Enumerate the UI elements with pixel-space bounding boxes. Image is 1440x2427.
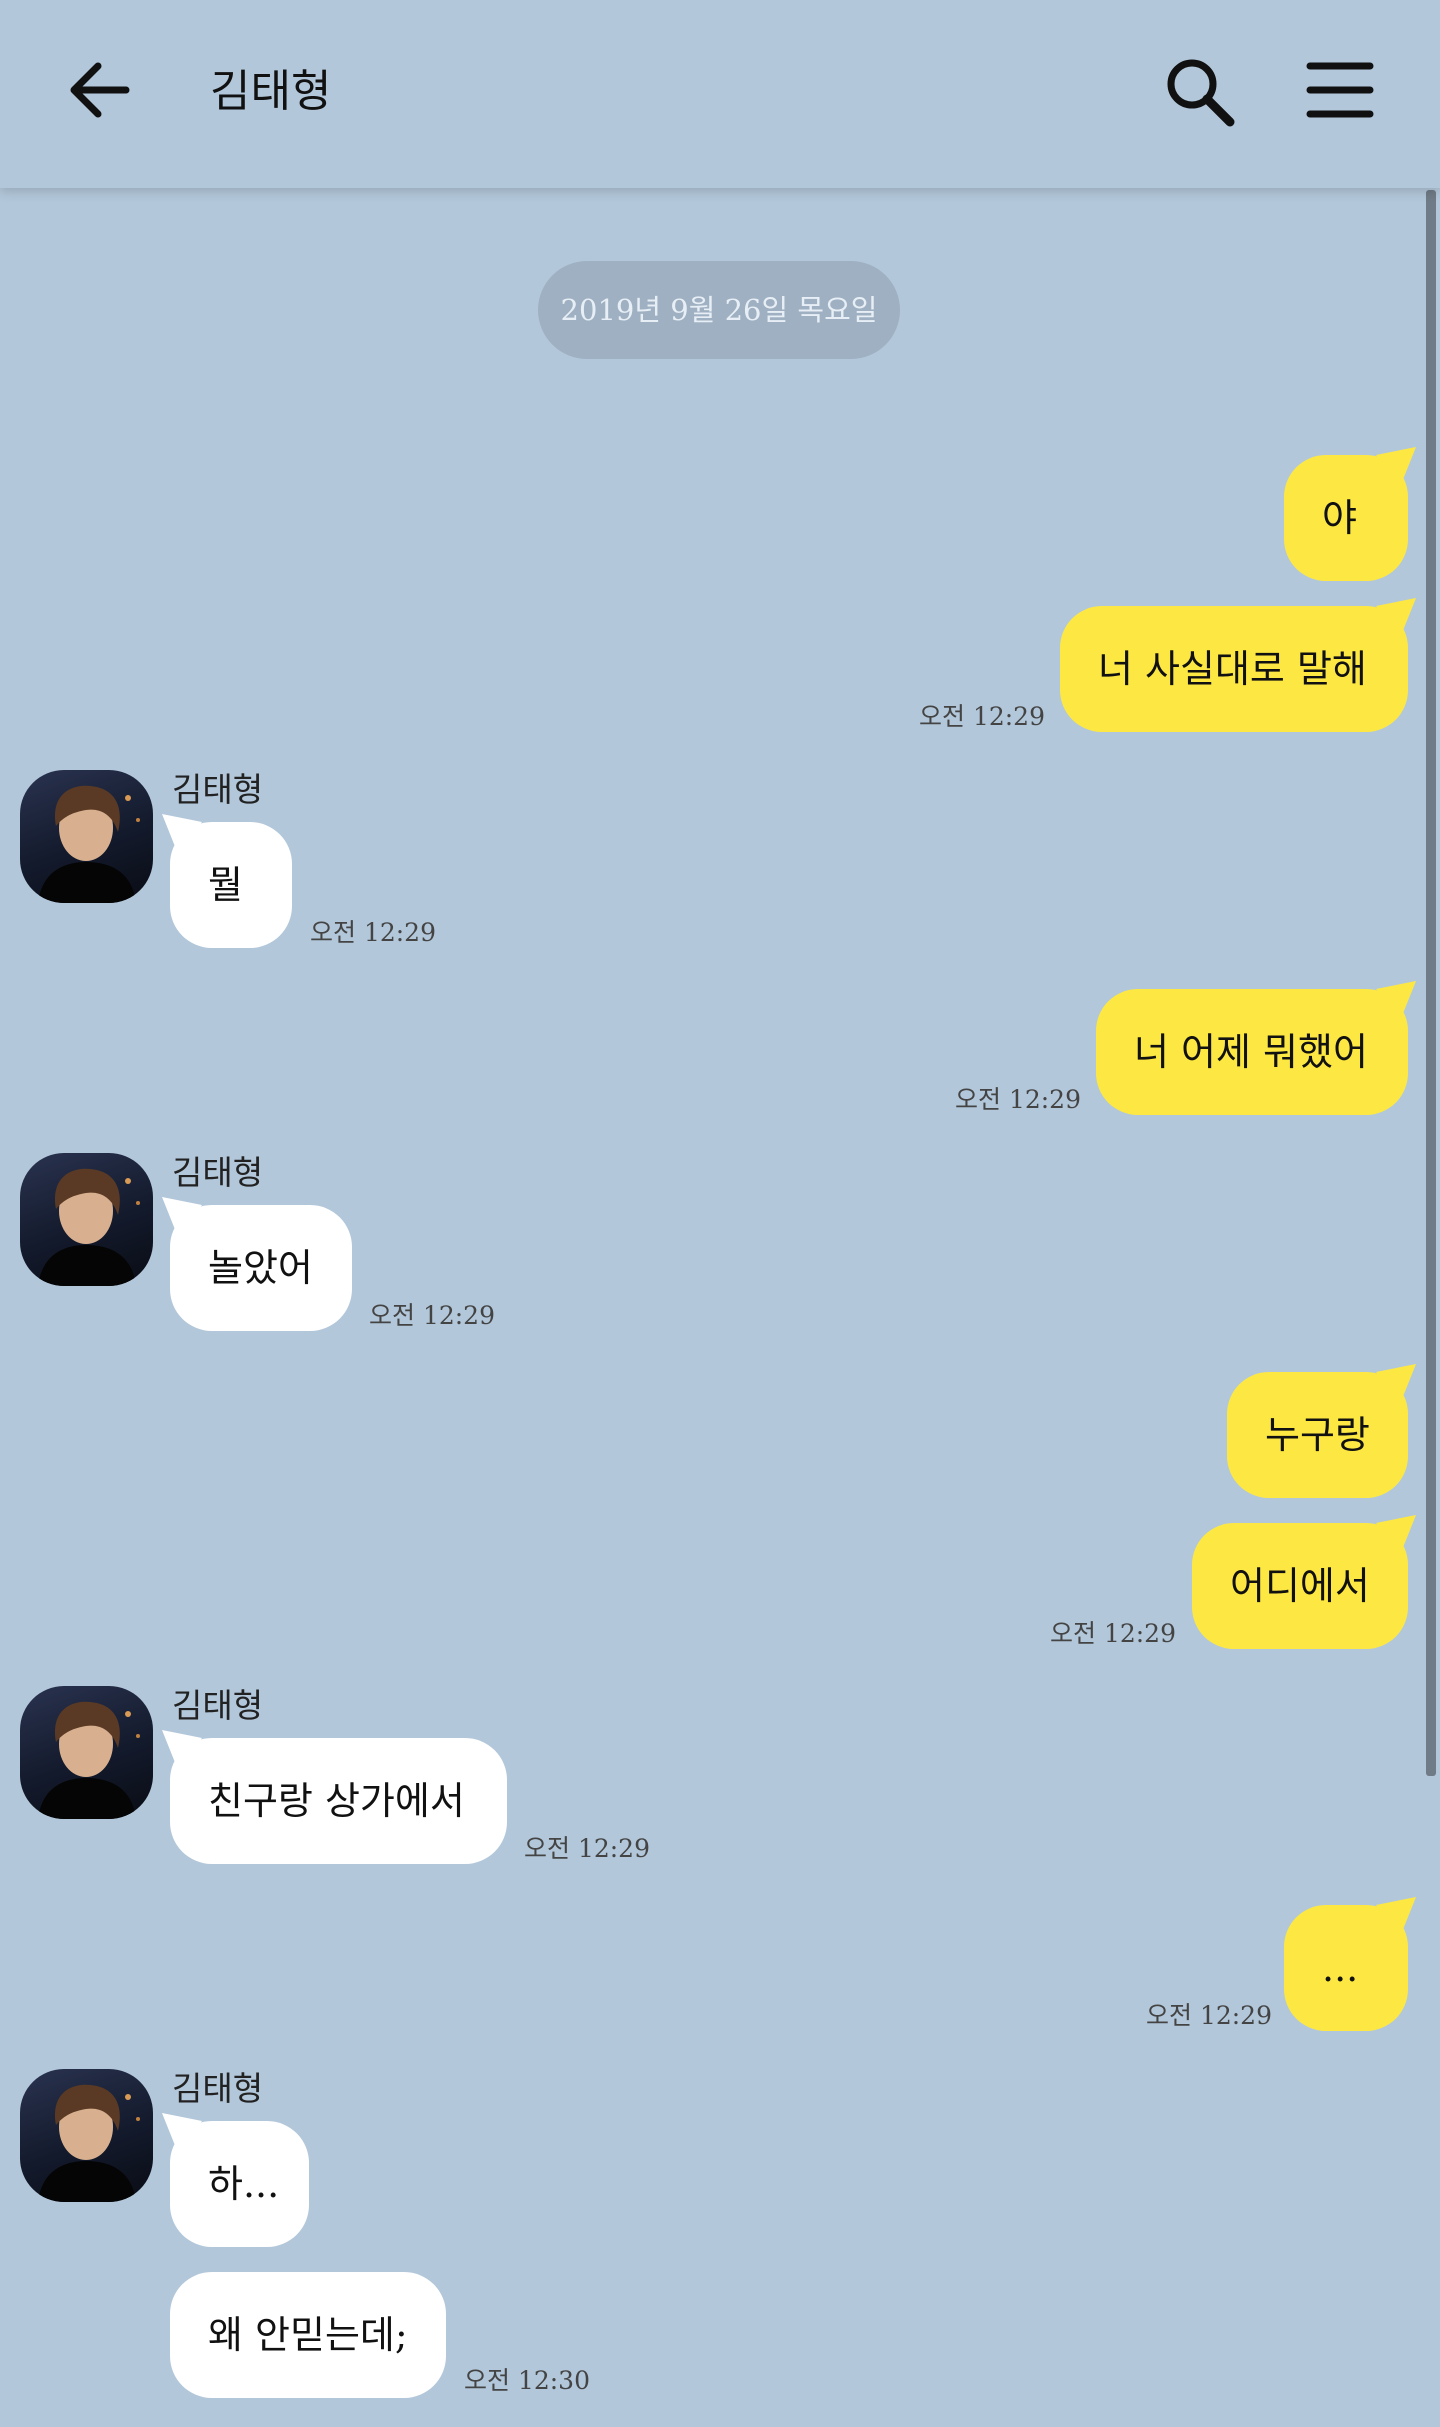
bubble-tail — [1376, 1897, 1416, 1937]
message-time: 오전 12:29 — [369, 1301, 495, 1330]
bubble-tail — [162, 1197, 202, 1237]
their-message-bubble[interactable]: 친구랑 상가에서 — [162, 1730, 507, 1864]
message-text: 놀았어 — [208, 1246, 313, 1290]
message-time: 오전 12:29 — [524, 1834, 650, 1863]
bubble-tail — [162, 814, 202, 854]
message-text: 너 사실대로 말해 — [1098, 647, 1367, 691]
message-text: 하... — [208, 2162, 280, 2206]
their-message-bubble[interactable]: 뭘 — [162, 814, 292, 948]
my-message-bubble[interactable]: 너 사실대로 말해 — [1060, 598, 1416, 732]
my-message-bubble[interactable]: ... — [1284, 1897, 1416, 2031]
avatar[interactable] — [20, 2069, 153, 2202]
sender-name: 김태형 — [172, 770, 264, 809]
profile-photo — [38, 785, 140, 903]
message-text: 왜 안믿는데; — [208, 2313, 408, 2357]
message-text: 누구랑 — [1265, 1413, 1370, 1457]
profile-photo — [38, 1168, 140, 1286]
message-time: 오전 12:29 — [1146, 2001, 1272, 2030]
sender-name: 김태형 — [172, 1153, 264, 1192]
bubble-tail — [1376, 1515, 1416, 1555]
search-button[interactable] — [1160, 52, 1240, 132]
avatar[interactable] — [20, 770, 153, 903]
message-text: 뭘 — [208, 863, 243, 907]
their-message-bubble[interactable]: 하... — [162, 2113, 309, 2247]
avatar[interactable] — [20, 1153, 153, 1286]
chat-header: 김태형 — [0, 0, 1440, 188]
sender-name: 김태형 — [172, 1686, 264, 1725]
arrow-left-icon — [70, 62, 130, 118]
my-message-bubble[interactable]: 너 어제 뭐했어 — [1096, 981, 1416, 1115]
profile-photo — [38, 2084, 140, 2202]
my-message-bubble[interactable]: 누구랑 — [1227, 1364, 1416, 1498]
their-message-bubble[interactable]: 놀았어 — [162, 1197, 352, 1331]
message-time: 오전 12:30 — [464, 2366, 590, 2395]
message-text: 너 어제 뭐했어 — [1134, 1030, 1368, 1074]
my-message-bubble[interactable]: 야 — [1284, 447, 1416, 581]
message-time: 오전 12:29 — [310, 918, 436, 947]
sender-name: 김태형 — [172, 2069, 264, 2108]
avatar[interactable] — [20, 1686, 153, 1819]
message-text: ... — [1322, 1946, 1359, 1990]
their-message-bubble[interactable]: 왜 안믿는데; — [170, 2272, 446, 2398]
hamburger-menu-icon — [1306, 62, 1374, 118]
scrollbar[interactable] — [1426, 190, 1436, 1776]
message-time: 오전 12:29 — [919, 702, 1045, 731]
back-button[interactable] — [60, 52, 140, 132]
message-text: 어디에서 — [1230, 1564, 1370, 1608]
message-time: 오전 12:29 — [1050, 1619, 1176, 1648]
search-icon — [1167, 59, 1235, 127]
bubble-tail — [1376, 598, 1416, 638]
message-text: 친구랑 상가에서 — [208, 1779, 465, 1823]
message-text: 야 — [1322, 496, 1357, 540]
menu-button[interactable] — [1300, 52, 1380, 132]
bubble-tail — [1376, 981, 1416, 1021]
bubble-tail — [1376, 1364, 1416, 1404]
chat-title: 김태형 — [210, 66, 332, 117]
date-divider: 2019년 9월 26일 목요일 — [538, 261, 900, 359]
message-time: 오전 12:29 — [955, 1085, 1081, 1114]
profile-photo — [38, 1701, 140, 1819]
my-message-bubble[interactable]: 어디에서 — [1192, 1515, 1416, 1649]
bubble-tail — [162, 2113, 202, 2153]
bubble-tail — [162, 1730, 202, 1770]
bubble-tail — [1376, 447, 1416, 487]
